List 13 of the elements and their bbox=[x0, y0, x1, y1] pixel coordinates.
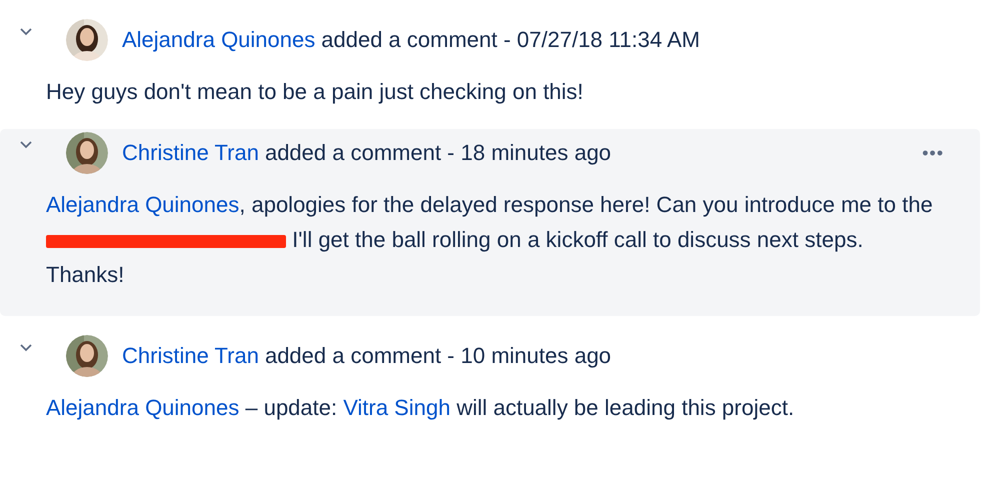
author-link[interactable]: Alejandra Quinones bbox=[122, 27, 316, 53]
mention-link[interactable]: Alejandra Quinones bbox=[46, 395, 240, 420]
mention-link[interactable]: Vitra Singh bbox=[343, 395, 450, 420]
comment-text: Alejandra Quinones, apologies for the delayed response here! Can you introduce me to the I'll get the ball rolling on a kickoff call to discuss next steps. Thanks! bbox=[46, 191, 934, 289]
more-button[interactable]: ••• bbox=[922, 142, 944, 164]
comment-meta: added a comment - 10 minutes ago bbox=[264, 343, 612, 369]
mention-link[interactable]: Alejandra Quinones bbox=[46, 192, 240, 217]
comment-text: Hey guys don't mean to be a pain just checking on this! bbox=[46, 78, 584, 106]
comment-text: Alejandra Quinones – update: Vitra Singh will actually be leading this project. bbox=[46, 394, 796, 422]
comment-meta: added a comment - 07/27/18 11:34 AM bbox=[321, 27, 700, 53]
author-link[interactable]: Christine Tran bbox=[122, 343, 259, 369]
comment-meta: added a comment - 18 minutes ago bbox=[264, 140, 612, 166]
author-link[interactable]: Christine Tran bbox=[122, 140, 259, 166]
